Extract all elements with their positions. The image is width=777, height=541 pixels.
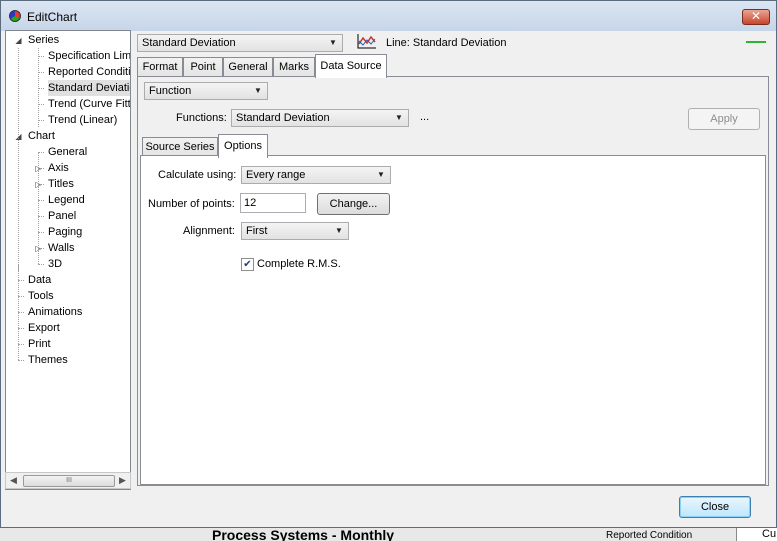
functions-select-value: Standard Deviation	[236, 112, 330, 124]
tree-item-trend-curve-fitting[interactable]: Trend (Curve Fitting)	[48, 96, 130, 112]
scroll-right-icon[interactable]: ▶	[119, 475, 126, 486]
tree-item-print[interactable]: Print	[28, 336, 53, 352]
series-type-label: Line: Standard Deviation	[386, 37, 507, 49]
expand-toggle-icon[interactable]: ◢	[14, 36, 23, 45]
tree-guide	[38, 48, 39, 127]
series-select[interactable]: Standard Deviation ▼	[137, 34, 343, 52]
tree-connector	[18, 360, 24, 361]
calculate-using-select[interactable]: Every range ▼	[241, 166, 391, 184]
calculate-using-value: Every range	[246, 169, 306, 181]
tree-item-panel[interactable]: Panel	[48, 208, 78, 224]
tab-marks[interactable]: Marks	[273, 57, 315, 77]
complete-rms-checkbox[interactable]: ✔	[241, 258, 254, 271]
sub-tabs: Source Series Options	[142, 134, 342, 158]
chevron-down-icon: ▼	[329, 38, 337, 47]
tree-item-tools[interactable]: Tools	[28, 288, 56, 304]
tree-guide	[18, 264, 19, 360]
tree-item-3d[interactable]: 3D	[48, 256, 64, 272]
alignment-select[interactable]: First ▼	[241, 222, 349, 240]
chevron-down-icon: ▼	[395, 113, 403, 122]
close-button[interactable]: Close	[679, 496, 751, 518]
tab-format[interactable]: Format	[137, 57, 183, 77]
background-chart-strip: Process Systems - Monthly Reported Condi…	[0, 528, 777, 541]
window-title: EditChart	[27, 10, 78, 24]
calculate-using-label: Calculate using:	[158, 169, 237, 181]
tree-item-standard-deviation[interactable]: Standard Deviation	[48, 80, 130, 96]
tree-item-paging[interactable]: Paging	[48, 224, 84, 240]
tree-item-specification-limit[interactable]: Specification Limit	[48, 48, 130, 64]
teechart-app-icon	[9, 10, 21, 22]
tab-source-series[interactable]: Source Series	[142, 137, 218, 157]
navigation-tree[interactable]: ◢ Series Specification Limit Reported Condi…	[5, 30, 131, 490]
chevron-down-icon: ▼	[377, 170, 385, 179]
functions-label: Functions:	[176, 112, 227, 124]
tree-item-legend[interactable]: Legend	[48, 192, 87, 208]
background-chart-title: Process Systems - Monthly	[212, 528, 395, 541]
tree-item-axis[interactable]: Axis	[48, 160, 71, 176]
tab-data-source[interactable]: Data Source	[315, 54, 387, 78]
data-source-panel: Function ▼ Functions: Standard Deviation…	[137, 76, 769, 486]
editchart-dialog: EditChart ✕ ◢ Series Specification Limit Re…	[0, 0, 777, 528]
chevron-down-icon: ▼	[335, 226, 343, 235]
tree-item-reported-condition[interactable]: Reported Condition	[48, 64, 130, 80]
series-color-swatch	[746, 41, 766, 43]
functions-select[interactable]: Standard Deviation ▼	[231, 109, 409, 127]
tree-item-trend-linear[interactable]: Trend (Linear)	[48, 112, 119, 128]
tree-item-titles[interactable]: Titles	[48, 176, 76, 192]
tree-item-chart[interactable]: Chart	[28, 128, 57, 144]
apply-button[interactable]: Apply	[688, 108, 760, 130]
line-series-icon	[357, 34, 376, 49]
series-select-value: Standard Deviation	[142, 37, 236, 49]
source-type-value: Function	[149, 85, 192, 97]
number-of-points-input[interactable]: 12	[240, 193, 306, 213]
tree-item-series[interactable]: Series	[28, 32, 61, 48]
alignment-label: Alignment:	[183, 225, 235, 237]
tree-horizontal-scrollbar[interactable]: ◀ III ▶	[5, 472, 131, 489]
change-button[interactable]: Change...	[317, 193, 390, 215]
chevron-down-icon: ▼	[254, 86, 262, 95]
tree-item-walls[interactable]: Walls	[48, 240, 76, 256]
scroll-left-icon[interactable]: ◀	[10, 475, 17, 486]
background-legend-item: Reported Condition	[606, 530, 693, 541]
window-close-button[interactable]: ✕	[742, 9, 770, 25]
checkmark-icon: ✔	[243, 259, 252, 270]
alignment-value: First	[246, 225, 268, 237]
tab-options[interactable]: Options	[218, 134, 268, 158]
complete-rms-label: Complete R.M.S.	[257, 258, 341, 270]
options-panel: Calculate using: Every range ▼ Number of…	[140, 155, 766, 485]
tree-item-export[interactable]: Export	[28, 320, 62, 336]
title-bar: EditChart ✕	[1, 1, 776, 31]
tree-guide	[38, 152, 39, 264]
scroll-thumb[interactable]: III	[23, 475, 115, 487]
main-tabs: Format Point General Marks Data Source	[137, 54, 767, 78]
tree-guide	[18, 48, 19, 143]
tree-connector	[38, 264, 44, 265]
source-type-select[interactable]: Function ▼	[144, 82, 268, 100]
tree-item-animations[interactable]: Animations	[28, 304, 84, 320]
tab-point[interactable]: Point	[183, 57, 223, 77]
background-panel-text: Cu	[736, 528, 777, 541]
number-of-points-label: Number of points:	[148, 198, 235, 210]
tree-item-themes[interactable]: Themes	[28, 352, 70, 368]
tree-item-general[interactable]: General	[48, 144, 89, 160]
tab-general[interactable]: General	[223, 57, 273, 77]
tree-item-data[interactable]: Data	[28, 272, 53, 288]
tree-guide	[18, 144, 19, 271]
functions-more-button[interactable]: ...	[420, 111, 429, 123]
